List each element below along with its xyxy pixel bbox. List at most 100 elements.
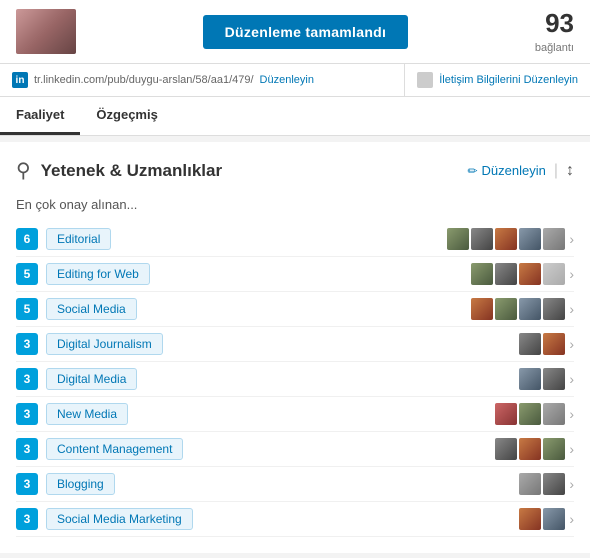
section-title: Yetenek & Uzmanlıklar [41,161,222,181]
skill-expand-arrow[interactable]: › [569,476,574,492]
endorser-avatars [471,298,565,320]
endorser-avatar [519,368,541,390]
skill-expand-arrow[interactable]: › [569,406,574,422]
contact-icon [417,72,433,88]
skill-tag[interactable]: Digital Journalism [46,333,163,355]
endorser-avatar [519,473,541,495]
skill-count: 3 [16,368,38,390]
skill-row: 3 Social Media Marketing › [16,502,574,537]
edit-done-button[interactable]: Düzenleme tamamlandı [203,15,409,49]
skill-count: 3 [16,438,38,460]
skill-expand-arrow[interactable]: › [569,266,574,282]
endorser-avatar [519,333,541,355]
connections-count: 93 bağlantı [535,8,574,55]
tab-ozgecmis[interactable]: Özgeçmiş [80,97,173,135]
skill-row: 5 Editing for Web › [16,257,574,292]
skill-tag[interactable]: Social Media [46,298,137,320]
main-content: ⚲ Yetenek & Uzmanlıklar ✏ Düzenleyin | ↕… [0,142,590,553]
endorsements-label: En çok onay alınan... [16,197,574,212]
skill-count: 5 [16,263,38,285]
endorser-avatar [519,508,541,530]
skill-row: 3 New Media › [16,397,574,432]
endorser-avatar [495,263,517,285]
endorser-avatar [543,263,565,285]
endorser-avatar [495,438,517,460]
skill-tag[interactable]: New Media [46,403,128,425]
endorser-avatars [495,438,565,460]
endorser-avatars [471,263,565,285]
endorser-avatar [471,298,493,320]
skill-tag[interactable]: Social Media Marketing [46,508,193,530]
skill-count: 3 [16,508,38,530]
skill-expand-arrow[interactable]: › [569,301,574,317]
skill-right: › [495,403,574,425]
endorser-avatars [519,368,565,390]
skill-count: 3 [16,473,38,495]
skill-left: 5 Editing for Web [16,263,150,285]
profile-url-text: tr.linkedin.com/pub/duygu-arslan/58/aa1/… [34,74,254,86]
skills-list: 6 Editorial › 5 Editing for Web › 5 Social Medi… [16,222,574,537]
url-edit-link[interactable]: Düzenleyin [260,74,314,86]
skill-right: › [519,508,574,530]
endorser-avatar [543,438,565,460]
skill-count: 5 [16,298,38,320]
skill-row: 5 Social Media › [16,292,574,327]
skill-row: 3Digital Journalism› [16,327,574,362]
skill-right: › [519,368,574,390]
skill-left: 5 Social Media [16,298,137,320]
endorser-avatar [519,438,541,460]
tab-faaliyet[interactable]: Faaliyet [0,97,80,135]
skill-right: › [495,438,574,460]
skill-expand-arrow[interactable]: › [569,336,574,352]
endorser-avatars [495,403,565,425]
skill-left: 6 Editorial [16,228,111,250]
contact-edit-link[interactable]: İletişim Bilgilerini Düzenleyin [439,74,578,86]
endorser-avatar [471,228,493,250]
contact-edit-section: İletişim Bilgilerini Düzenleyin [404,64,590,96]
skill-expand-arrow[interactable]: › [569,231,574,247]
skill-tag[interactable]: Editorial [46,228,111,250]
skills-edit-link[interactable]: ✏ Düzenleyin [467,163,545,178]
endorser-avatar [543,368,565,390]
skill-right: › [519,333,574,355]
connections-label: bağlantı [535,42,574,54]
skill-right: › [519,473,574,495]
linkedin-url-section: in tr.linkedin.com/pub/duygu-arslan/58/a… [0,64,404,96]
endorser-avatar [543,473,565,495]
skills-edit-label: Düzenleyin [482,163,546,178]
skill-row: 3 Digital Media › [16,362,574,397]
skill-expand-arrow[interactable]: › [569,441,574,457]
endorser-avatar [519,228,541,250]
endorser-avatar [519,403,541,425]
endorser-avatar [471,263,493,285]
skill-expand-arrow[interactable]: › [569,511,574,527]
skill-tag[interactable]: Content Management [46,438,183,460]
endorser-avatar [519,298,541,320]
skill-tag[interactable]: Blogging [46,473,115,495]
skill-left: 3 Content Management [16,438,183,460]
endorser-avatar [543,403,565,425]
endorser-avatars [519,473,565,495]
endorser-avatar [543,508,565,530]
skill-left: 3 Digital Media [16,368,137,390]
sort-icon[interactable]: ↕ [566,162,574,180]
skill-tag[interactable]: Digital Media [46,368,137,390]
skill-expand-arrow[interactable]: › [569,371,574,387]
pencil-icon: ✏ [467,164,477,178]
endorser-avatar [543,298,565,320]
skill-left: 3 Blogging [16,473,115,495]
skill-row: 3 Blogging › [16,467,574,502]
endorser-avatar [543,228,565,250]
endorser-avatar [543,333,565,355]
skill-left: 3 Social Media Marketing [16,508,193,530]
skill-row: 3 Content Management › [16,432,574,467]
skill-row: 6 Editorial › [16,222,574,257]
profile-thumbnail [16,9,76,54]
skill-tag[interactable]: Editing for Web [46,263,150,285]
endorser-avatar [447,228,469,250]
skill-count: 3 [16,403,38,425]
skill-right: › [447,228,574,250]
skill-count: 6 [16,228,38,250]
skill-right: › [471,298,574,320]
endorser-avatar [519,263,541,285]
